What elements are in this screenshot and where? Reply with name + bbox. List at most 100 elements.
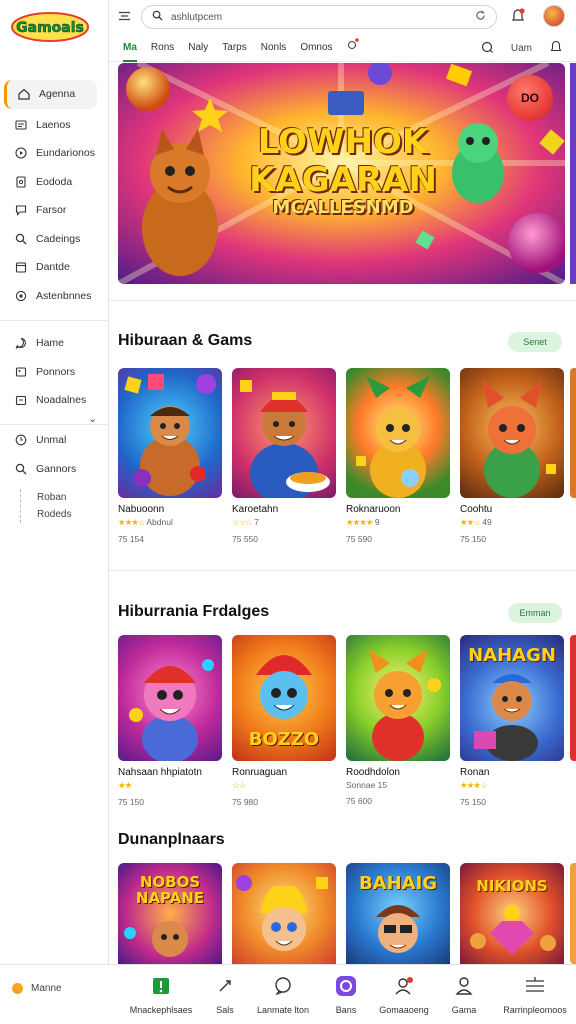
bottom-nav-item-home[interactable]: Mnackephlsaes [128, 973, 194, 1015]
game-art [129, 659, 214, 761]
sidebar: Gamoals Agenna Laenos Eundarionos Eododa… [0, 0, 109, 964]
game-rating-label: 49 [482, 517, 492, 527]
bottom-nav-item-gama[interactable]: Gama [431, 973, 497, 1015]
top-bar: ashlutpcem [109, 0, 576, 34]
sidebar-item-gannors[interactable]: Gannors [0, 455, 109, 484]
tab-right-label[interactable]: Uam [511, 43, 532, 54]
bottom-nav-item-sals[interactable]: Sals [192, 973, 258, 1015]
tab-nonls[interactable]: Nonls [261, 34, 287, 62]
game-thumbnail: NIKIONS [460, 863, 564, 964]
sidebar-item-unmal[interactable]: Unmal [0, 426, 109, 455]
bottom-navigation: Manne Mnackephlsaes Sals Lanmate lton Ba… [0, 964, 576, 1024]
sidebar-item-eododa[interactable]: Eododa [0, 168, 109, 197]
sidebar-item-astenbnnes[interactable]: Astenbnnes [0, 282, 109, 311]
game-card[interactable] [232, 863, 336, 964]
carousel-next-peek[interactable] [570, 63, 576, 284]
game-card[interactable]: NAHAGN Ronan ★★★☆ 75 150 [460, 635, 564, 807]
row-next-peek[interactable] [570, 635, 576, 761]
sidebar-item-noadalnes[interactable]: Noadalnes [0, 386, 109, 415]
notification-icon[interactable] [511, 8, 525, 29]
sidebar-item-label: Hame [36, 337, 65, 350]
see-all-button[interactable]: Emman [508, 603, 562, 623]
game-title: Nabuoonn [118, 504, 165, 515]
game-rating-label: 7 [254, 517, 259, 527]
game-card[interactable]: Karoetahn ☆☆☆ 7 75 550 [232, 368, 336, 544]
sidebar-item-cadeings[interactable]: Cadeings [0, 225, 109, 254]
avatar[interactable] [543, 5, 565, 27]
search-value: ashlutpcem [171, 11, 223, 23]
refresh-icon[interactable] [475, 10, 486, 24]
game-rating-label: Abdnul [146, 517, 173, 527]
filter-icon[interactable] [119, 10, 130, 24]
sidebar-item-farsor[interactable]: Farsor [0, 196, 109, 225]
star-icons: ★★★☆ [460, 780, 488, 790]
game-card[interactable]: Nabuoonn ★★★☆ Abdnul 75 154 [118, 368, 222, 544]
game-thumbnail: BAHAIG [346, 863, 450, 964]
tab-rons[interactable]: Rons [151, 34, 174, 62]
bottom-nav-item-rarrinpleomoos[interactable]: Rarrinpleomoos [500, 973, 570, 1015]
bottom-nav-label: Gomaaoeng [379, 1005, 429, 1015]
sidebar-item-laenos[interactable]: Laenos [0, 111, 109, 140]
image-icon [14, 365, 28, 379]
hero-banner[interactable]: LOWHOK KAGARAN MCALLESNMD DO [118, 63, 565, 284]
controller-icon [313, 973, 379, 999]
tab-link-icon[interactable] [347, 34, 359, 62]
search-input[interactable]: ashlutpcem [141, 5, 497, 29]
game-card[interactable]: NOBOS NAPANE [118, 863, 222, 964]
bottom-nav-item-bans[interactable]: Bans [313, 973, 379, 1015]
bell-icon[interactable] [550, 40, 562, 56]
hero-badge[interactable]: DO [507, 75, 553, 121]
bottom-nav-item-chat[interactable]: Lanmate lton [250, 973, 316, 1015]
sidebar-item-ponnors[interactable]: Ponnors [0, 358, 109, 387]
game-row: NOBOS NAPANE BAHAIG NIKIONS [118, 863, 564, 964]
game-card[interactable]: Nahsaan hhpiatotn ★★ 75 150 [118, 635, 222, 807]
row-next-peek[interactable] [570, 863, 576, 964]
news-icon [14, 118, 28, 132]
game-art [356, 376, 430, 498]
tab-naly[interactable]: Naly [188, 34, 208, 62]
game-card[interactable]: NIKIONS [460, 863, 564, 964]
sidebar-item-label: Gannors [36, 462, 77, 475]
hero-title-line: KAGARAN [249, 160, 437, 200]
game-thumb-text: BOZZO [248, 729, 320, 750]
game-meta: 75 600 [346, 796, 372, 806]
bottom-nav-item-gomaaoeng[interactable]: Gomaaoeng [371, 973, 437, 1015]
game-thumbnail [118, 368, 222, 498]
see-all-button[interactable]: Senet [508, 332, 562, 352]
star-icons: ★★ [118, 780, 132, 790]
sidebar-item-label: Laenos [36, 118, 71, 131]
game-card[interactable]: Roodhdolon Sonnae 15 75 600 [346, 635, 450, 807]
sidebar-item-hame[interactable]: Hame [0, 329, 109, 358]
sidebar-item-label: Noadalnes [36, 394, 87, 407]
game-thumbnail: NAHAGN [460, 635, 564, 761]
hero-title: LOWHOK KAGARAN MCALLESNMD [238, 125, 448, 217]
sidebar-item-eundarionos[interactable]: Eundarionos [0, 139, 109, 168]
star-icons: ★★★★ [346, 517, 374, 527]
section-divider [109, 300, 576, 301]
game-thumbnail [460, 368, 564, 498]
sidebar-sub-item[interactable]: Roban [37, 489, 71, 506]
sidebar-sub-item[interactable]: Rodeds [37, 506, 71, 523]
game-card[interactable]: Roknaruoon ★★★★ 9 75 590 [346, 368, 450, 544]
sidebar-item-agenna[interactable]: Agenna [4, 80, 97, 109]
sidebar-item-label: Farsor [36, 204, 67, 217]
app-logo[interactable]: Gamoals [10, 10, 90, 44]
game-card[interactable]: Coohtu ★★☆ 49 75 150 [460, 368, 564, 544]
tab-omnos[interactable]: Omnos [300, 34, 332, 62]
bottom-nav-label: Bans [335, 1005, 357, 1015]
search-icon [152, 10, 163, 24]
game-rating: ☆☆☆ 7 [232, 517, 336, 528]
game-card[interactable]: BAHAIG [346, 863, 450, 964]
search-icon[interactable] [481, 41, 493, 56]
game-thumbnail [232, 863, 336, 964]
stack-icon [500, 973, 570, 999]
tab-ma[interactable]: Ma [123, 34, 137, 62]
game-title: Ronan [460, 767, 490, 778]
sidebar-item-dantde[interactable]: Dantde [0, 253, 109, 282]
section-title: Dunanplnaars [118, 831, 225, 848]
tab-tarps[interactable]: Tarps [222, 34, 246, 62]
game-card[interactable]: BOZZO Ronruaguan ☆☆ 75 980 [232, 635, 336, 807]
game-thumbnail [346, 635, 450, 761]
language-selector[interactable]: Manne [12, 983, 62, 994]
row-next-peek[interactable] [570, 368, 576, 498]
